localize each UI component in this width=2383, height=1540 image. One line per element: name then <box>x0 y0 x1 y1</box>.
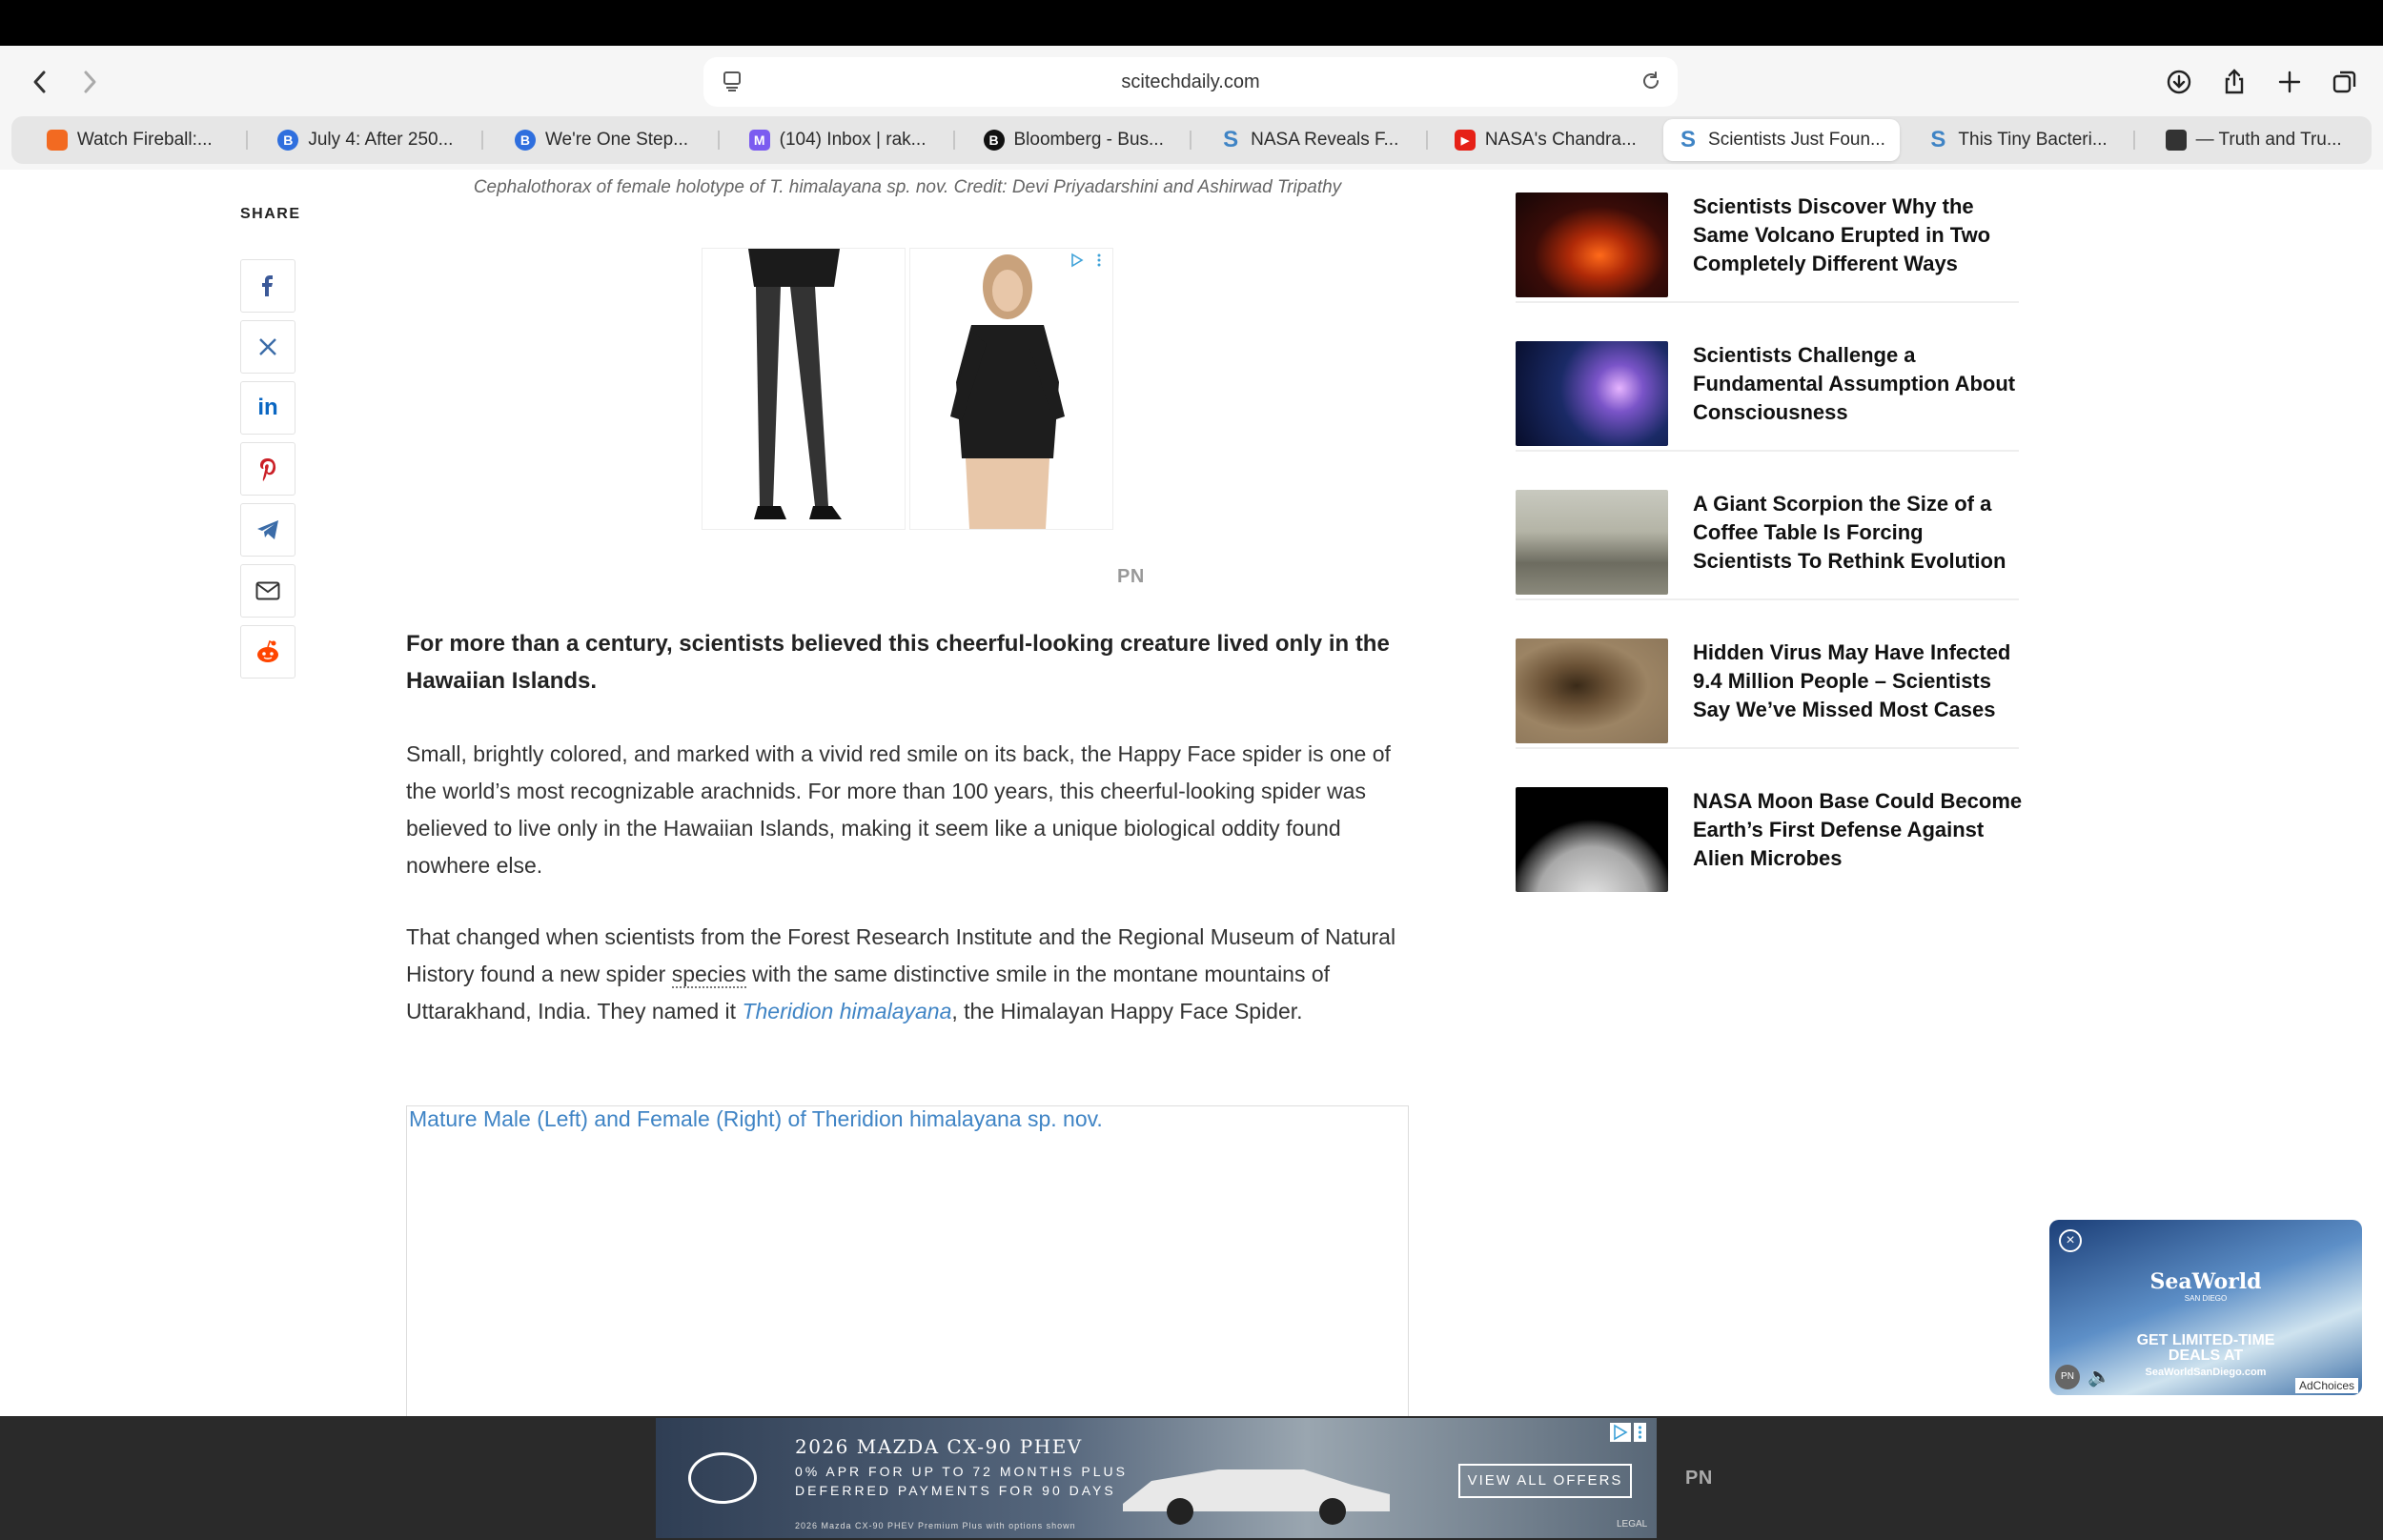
sidebar-article-title[interactable]: Scientists Discover Why the Same Volcano… <box>1693 192 2027 278</box>
url-text[interactable]: scitechdaily.com <box>1121 71 1259 93</box>
share-pinterest-button[interactable] <box>240 442 295 496</box>
facebook-icon <box>262 275 273 296</box>
ad-provider-label: PN <box>1117 566 1145 587</box>
top-black-bar <box>0 0 2383 46</box>
tab[interactable]: S NASA Reveals F... <box>1192 119 1428 161</box>
speaker-icon[interactable]: 🔈 <box>2088 1365 2112 1389</box>
linkedin-icon: in <box>257 395 278 420</box>
display-ad-clothing[interactable] <box>702 248 1113 534</box>
tab[interactable]: — Truth and Tru... <box>2135 119 2372 161</box>
tab[interactable]: S This Tiny Bacteri... <box>1900 119 2136 161</box>
mazda-car-image <box>1113 1456 1399 1525</box>
close-icon[interactable]: × <box>2059 1229 2082 1252</box>
chevron-left-icon <box>33 71 46 93</box>
sidebar-article[interactable]: Hidden Virus May Have Infected 9.4 Milli… <box>1516 616 2019 749</box>
b-circle-icon: B <box>514 130 536 151</box>
mazda-offer-line: 0% APR FOR UP TO 72 MONTHS PLUS <box>795 1464 1128 1479</box>
seaworld-ad[interactable]: × SeaWorld SAN DIEGO GET LIMITED-TIME DE… <box>2049 1220 2362 1395</box>
youtube-icon: ▶ <box>1454 130 1476 151</box>
sidebar-article-title[interactable]: Scientists Challenge a Fundamental Assum… <box>1693 341 2027 427</box>
tab[interactable]: B Bloomberg - Bus... <box>955 119 1192 161</box>
toolbar-actions <box>2156 59 2368 105</box>
b-circle-icon: B <box>277 130 299 151</box>
bloomberg-icon: B <box>983 130 1005 151</box>
article-paragraph: That changed when scientists from the Fo… <box>406 924 1396 1023</box>
tab[interactable]: M (104) Inbox | rak... <box>720 119 956 161</box>
new-tab-icon[interactable] <box>2267 59 2312 105</box>
pn-badge: PN <box>2055 1365 2080 1389</box>
seaworld-deal-text: DEALS AT <box>2168 1348 2244 1364</box>
figure-title: Mature Male (Left) and Female (Right) of… <box>409 1106 1103 1131</box>
ad-product-tights[interactable] <box>702 248 906 530</box>
image-caption: Cephalothorax of female holotype of T. h… <box>473 177 1342 197</box>
mazda-ad[interactable]: 2026 MAZDA CX-90 PHEV 0% APR FOR UP TO 7… <box>656 1418 1657 1538</box>
article-lead: For more than a century, scientists beli… <box>406 631 1390 694</box>
adchoices-label[interactable]: AdChoices <box>2294 1378 2358 1393</box>
species-link[interactable]: species <box>671 962 746 988</box>
tab-active[interactable]: S Scientists Just Foun... <box>1663 119 1900 161</box>
mail-icon: M <box>748 130 770 151</box>
telegram-icon <box>257 520 278 539</box>
adchoices-icon[interactable] <box>1070 253 1105 268</box>
share-linkedin-button[interactable]: in <box>240 381 295 435</box>
reload-icon[interactable] <box>1640 70 1662 98</box>
chevron-right-icon <box>84 71 96 93</box>
mazda-logo-icon <box>688 1452 757 1504</box>
mazda-legal[interactable]: LEGAL <box>1617 1519 1647 1530</box>
species-name-link[interactable]: Theridion himalayana <box>742 999 951 1023</box>
web-page: Cephalothorax of female holotype of T. h… <box>0 170 2383 1416</box>
sidebar-article[interactable]: Scientists Challenge a Fundamental Assum… <box>1516 318 2019 452</box>
tab[interactable]: Watch Fireball:... <box>11 119 248 161</box>
tab-bar: Watch Fireball:... B July 4: After 250...… <box>11 116 2372 164</box>
tab[interactable]: B We're One Step... <box>483 119 720 161</box>
scitech-s-icon: S <box>1930 127 1946 152</box>
ad-product-bodysuit[interactable] <box>909 248 1113 530</box>
share-icon[interactable] <box>2211 59 2257 105</box>
orange-square-icon <box>46 130 68 151</box>
back-button[interactable] <box>17 59 63 105</box>
tab[interactable]: B July 4: After 250... <box>248 119 484 161</box>
email-icon <box>255 581 280 600</box>
moon-earth-thumbnail[interactable] <box>1516 787 1668 892</box>
tab-overview-icon[interactable] <box>2322 59 2368 105</box>
forward-button[interactable] <box>67 59 112 105</box>
seaworld-logo: SeaWorld <box>2149 1269 2262 1294</box>
tab[interactable]: ▶ NASA's Chandra... <box>1428 119 1664 161</box>
mazda-offer-line: DEFERRED PAYMENTS FOR 90 DAYS <box>795 1483 1116 1498</box>
reddit-icon <box>257 639 278 662</box>
sidebar-article-title[interactable]: Hidden Virus May Have Infected 9.4 Milli… <box>1693 638 2027 724</box>
scitech-s-icon: S <box>1680 127 1697 152</box>
share-email-button[interactable] <box>240 564 295 618</box>
share-telegram-button[interactable] <box>240 503 295 557</box>
adchoices-icon[interactable] <box>1609 1422 1647 1443</box>
volcano-thumbnail[interactable] <box>1516 192 1668 297</box>
virus-insect-thumbnail[interactable] <box>1516 638 1668 743</box>
download-icon[interactable] <box>2156 59 2202 105</box>
pinterest-icon <box>260 458 276 481</box>
ad-provider-label: PN <box>1685 1468 1713 1489</box>
share-facebook-button[interactable] <box>240 259 295 313</box>
share-x-button[interactable] <box>240 320 295 374</box>
sidebar-article-title[interactable]: A Giant Scorpion the Size of a Coffee Ta… <box>1693 490 2027 576</box>
sidebar-article[interactable]: Scientists Discover Why the Same Volcano… <box>1516 170 2019 303</box>
reader-mode-icon[interactable] <box>721 70 743 98</box>
consciousness-thumbnail[interactable] <box>1516 341 1668 446</box>
share-label: SHARE <box>240 206 301 222</box>
scorpion-thumbnail[interactable] <box>1516 490 1668 595</box>
mazda-fineprint: 2026 Mazda CX-90 PHEV Premium Plus with … <box>795 1521 1076 1530</box>
sidebar-article-title[interactable]: NASA Moon Base Could Become Earth’s Firs… <box>1693 787 2027 873</box>
view-all-offers-button[interactable]: VIEW ALL OFFERS <box>1458 1464 1632 1498</box>
scitech-s-icon: S <box>1223 127 1239 152</box>
x-icon <box>259 338 276 355</box>
sidebar-article[interactable]: A Giant Scorpion the Size of a Coffee Ta… <box>1516 467 2019 600</box>
figure-image: Mature Male (Left) and Female (Right) of… <box>406 1105 1409 1416</box>
share-reddit-button[interactable] <box>240 625 295 679</box>
sidebar-article[interactable]: NASA Moon Base Could Become Earth’s Firs… <box>1516 764 2022 898</box>
mazda-title: 2026 MAZDA CX-90 PHEV <box>795 1435 1083 1458</box>
seaworld-sub: SAN DIEGO <box>2184 1294 2228 1303</box>
address-bar[interactable]: scitechdaily.com <box>703 57 1678 107</box>
cube-icon <box>2165 130 2187 151</box>
article-paragraph: Small, brightly colored, and marked with… <box>406 741 1391 878</box>
